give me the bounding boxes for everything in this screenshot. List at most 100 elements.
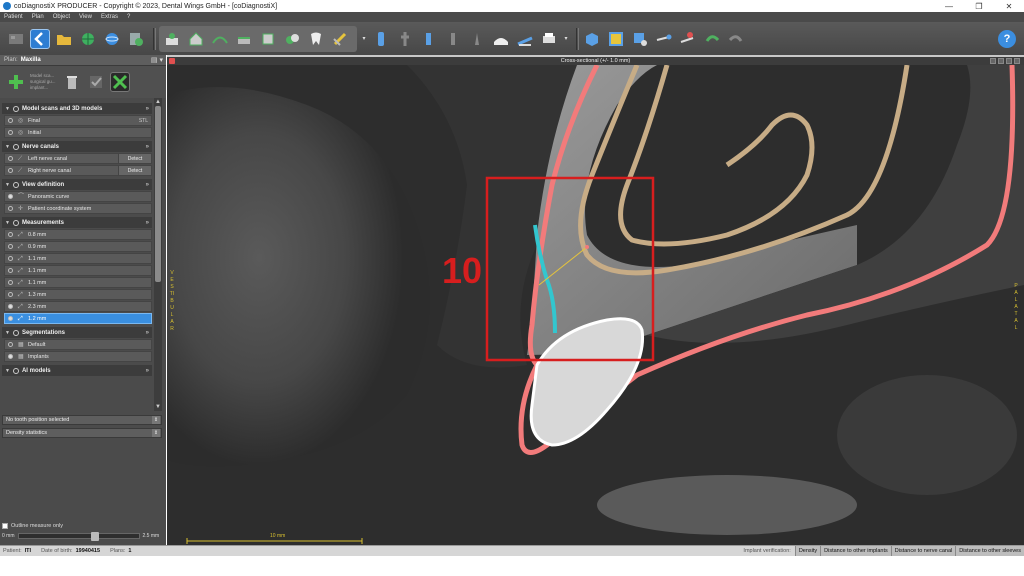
chevron-down-icon[interactable]: » xyxy=(146,368,149,374)
chevron-down-icon[interactable]: » xyxy=(146,182,149,188)
tool-measure-button[interactable] xyxy=(654,29,674,49)
scroll-down-icon[interactable]: ▼ xyxy=(154,403,162,411)
list-item[interactable]: ◎ Final STL xyxy=(4,115,152,126)
tool-cube-button[interactable] xyxy=(258,29,278,49)
visibility-radio[interactable] xyxy=(8,118,13,123)
list-item[interactable]: ⟋ Right nerve canal Detect xyxy=(4,165,152,176)
tool-print-button[interactable] xyxy=(539,29,559,49)
tool-pin-button[interactable] xyxy=(443,29,463,49)
visibility-radio[interactable] xyxy=(8,280,13,285)
expand-icon[interactable]: ▼ xyxy=(5,220,10,226)
range-track[interactable] xyxy=(17,532,140,541)
minimize-button[interactable]: — xyxy=(934,2,964,11)
chevron-down-icon[interactable]: » xyxy=(146,144,149,150)
tool-measure-delete-button[interactable] xyxy=(678,29,698,49)
density-button[interactable]: Density xyxy=(794,546,821,556)
tool-back-button[interactable] xyxy=(30,28,50,49)
tool-implant-gray-button[interactable] xyxy=(395,29,415,49)
tool-sphere-button[interactable] xyxy=(102,29,122,49)
menu-extras[interactable]: Extras xyxy=(101,14,118,20)
tool-open-button[interactable] xyxy=(54,29,74,49)
plan-menu-icon[interactable]: ▤ ▾ xyxy=(151,56,163,64)
visibility-radio[interactable] xyxy=(8,354,13,359)
tool-undo-button[interactable] xyxy=(702,29,722,49)
tool-view3d-button[interactable] xyxy=(582,29,602,49)
list-item[interactable]: ✛ Patient coordinate system xyxy=(4,203,152,214)
outline-measure-row[interactable]: Outline measure only xyxy=(2,521,162,531)
tool-grid-button[interactable] xyxy=(6,29,26,49)
tool-dropdown-button[interactable]: ▾ xyxy=(361,29,367,49)
detect-left-button[interactable]: Detect xyxy=(118,154,151,163)
expand-icon[interactable]: ▼ xyxy=(5,106,10,112)
menu-plan[interactable]: Plan xyxy=(32,14,44,20)
measurement-item[interactable]: ⤢ 1.3 mm xyxy=(4,289,152,300)
list-item[interactable]: ◎ Initial xyxy=(4,127,152,138)
add-object-button[interactable] xyxy=(6,72,26,92)
chevron-down-icon[interactable]: » xyxy=(146,330,149,336)
scroll-up-icon[interactable]: ▲ xyxy=(154,98,162,106)
detect-right-button[interactable]: Detect xyxy=(118,166,151,175)
help-icon[interactable]: ? xyxy=(998,29,1016,48)
visibility-radio[interactable] xyxy=(8,268,13,273)
ct-image-canvas[interactable]: VESTIBULAR PALATAL 10 10 mm xyxy=(167,63,1024,547)
section-nerve-canals[interactable]: ▼ Nerve canals » xyxy=(2,141,152,152)
tool-implant-button[interactable] xyxy=(330,29,350,49)
tool-sleeve-button[interactable] xyxy=(419,29,439,49)
expand-icon[interactable]: ▼ xyxy=(5,144,10,150)
tool-curve-button[interactable] xyxy=(210,29,230,49)
list-item[interactable]: ⌒ Panoramic curve xyxy=(4,191,152,202)
plan-selector[interactable]: Plan: Maxilla ▤ ▾ xyxy=(0,55,166,66)
chevron-down-icon[interactable]: » xyxy=(146,106,149,112)
maximize-button[interactable]: ❐ xyxy=(964,2,994,11)
scroll-thumb[interactable] xyxy=(155,106,161,282)
tool-nerve-button[interactable] xyxy=(234,29,254,49)
visibility-radio[interactable] xyxy=(8,232,13,237)
tool-view-zoom-button[interactable] xyxy=(630,29,650,49)
measurement-item-selected[interactable]: ⤢ 1.2 mm xyxy=(4,313,152,324)
tool-anchor-button[interactable] xyxy=(467,29,487,49)
delete-object-button[interactable] xyxy=(62,72,82,92)
chevron-down-icon[interactable]: ⇕ xyxy=(152,416,160,424)
tool-redo-button[interactable] xyxy=(726,29,746,49)
chevron-down-icon[interactable]: ⇕ xyxy=(152,429,160,437)
visibility-radio[interactable] xyxy=(8,304,13,309)
measurement-item[interactable]: ⤢ 1.1 mm xyxy=(4,253,152,264)
menu-view[interactable]: View xyxy=(79,14,92,20)
visibility-icon[interactable] xyxy=(12,181,19,188)
tree-scrollbar[interactable]: ▲ ▼ xyxy=(154,98,162,411)
section-model-scans[interactable]: ▼ Model scans and 3D models » xyxy=(2,103,152,114)
tool-scan-button[interactable] xyxy=(162,29,182,49)
measurement-item[interactable]: ⤢ 0.9 mm xyxy=(4,241,152,252)
outline-measure-checkbox[interactable] xyxy=(2,523,8,529)
visibility-icon[interactable] xyxy=(12,143,19,150)
distance-implants-button[interactable]: Distance to other implants xyxy=(820,546,891,556)
menu-object[interactable]: Object xyxy=(53,14,70,20)
expand-icon[interactable]: ▼ xyxy=(5,182,10,188)
section-segmentations[interactable]: ▼ Segmentations » xyxy=(2,327,152,338)
visibility-radio[interactable] xyxy=(8,206,13,211)
viewport-ctrl-icon[interactable] xyxy=(1014,58,1020,64)
list-item[interactable]: ⟋ Left nerve canal Detect xyxy=(4,153,152,164)
viewport-ctrl-icon[interactable] xyxy=(998,58,1004,64)
visibility-radio[interactable] xyxy=(8,130,13,135)
viewport-ctrl-icon[interactable] xyxy=(1006,58,1012,64)
measurement-item[interactable]: ⤢ 0.8 mm xyxy=(4,229,152,240)
tool-export-button[interactable] xyxy=(126,29,146,49)
range-knob[interactable] xyxy=(90,532,99,541)
list-item[interactable]: ▦ Default xyxy=(4,339,152,350)
visibility-radio[interactable] xyxy=(8,156,13,161)
tool-tooth-button[interactable] xyxy=(306,29,326,49)
visibility-radio[interactable] xyxy=(8,244,13,249)
density-statistics-select[interactable]: Density statistics ⇕ xyxy=(2,428,162,438)
list-item[interactable]: ▦ Implants xyxy=(4,351,152,362)
viewport-ctrl-icon[interactable] xyxy=(990,58,996,64)
section-view-definition[interactable]: ▼ View definition » xyxy=(2,179,152,190)
tool-globe-button[interactable] xyxy=(78,29,98,49)
tool-guide-button[interactable] xyxy=(491,29,511,49)
expand-icon[interactable]: ▼ xyxy=(5,368,10,374)
distance-sleeves-button[interactable]: Distance to other sleeves xyxy=(955,546,1024,556)
tool-guide-blue-button[interactable] xyxy=(515,29,535,49)
visibility-radio[interactable] xyxy=(8,316,13,321)
measurement-item[interactable]: ⤢ 1.1 mm xyxy=(4,265,152,276)
section-measurements[interactable]: ▼ Measurements » xyxy=(2,217,152,228)
